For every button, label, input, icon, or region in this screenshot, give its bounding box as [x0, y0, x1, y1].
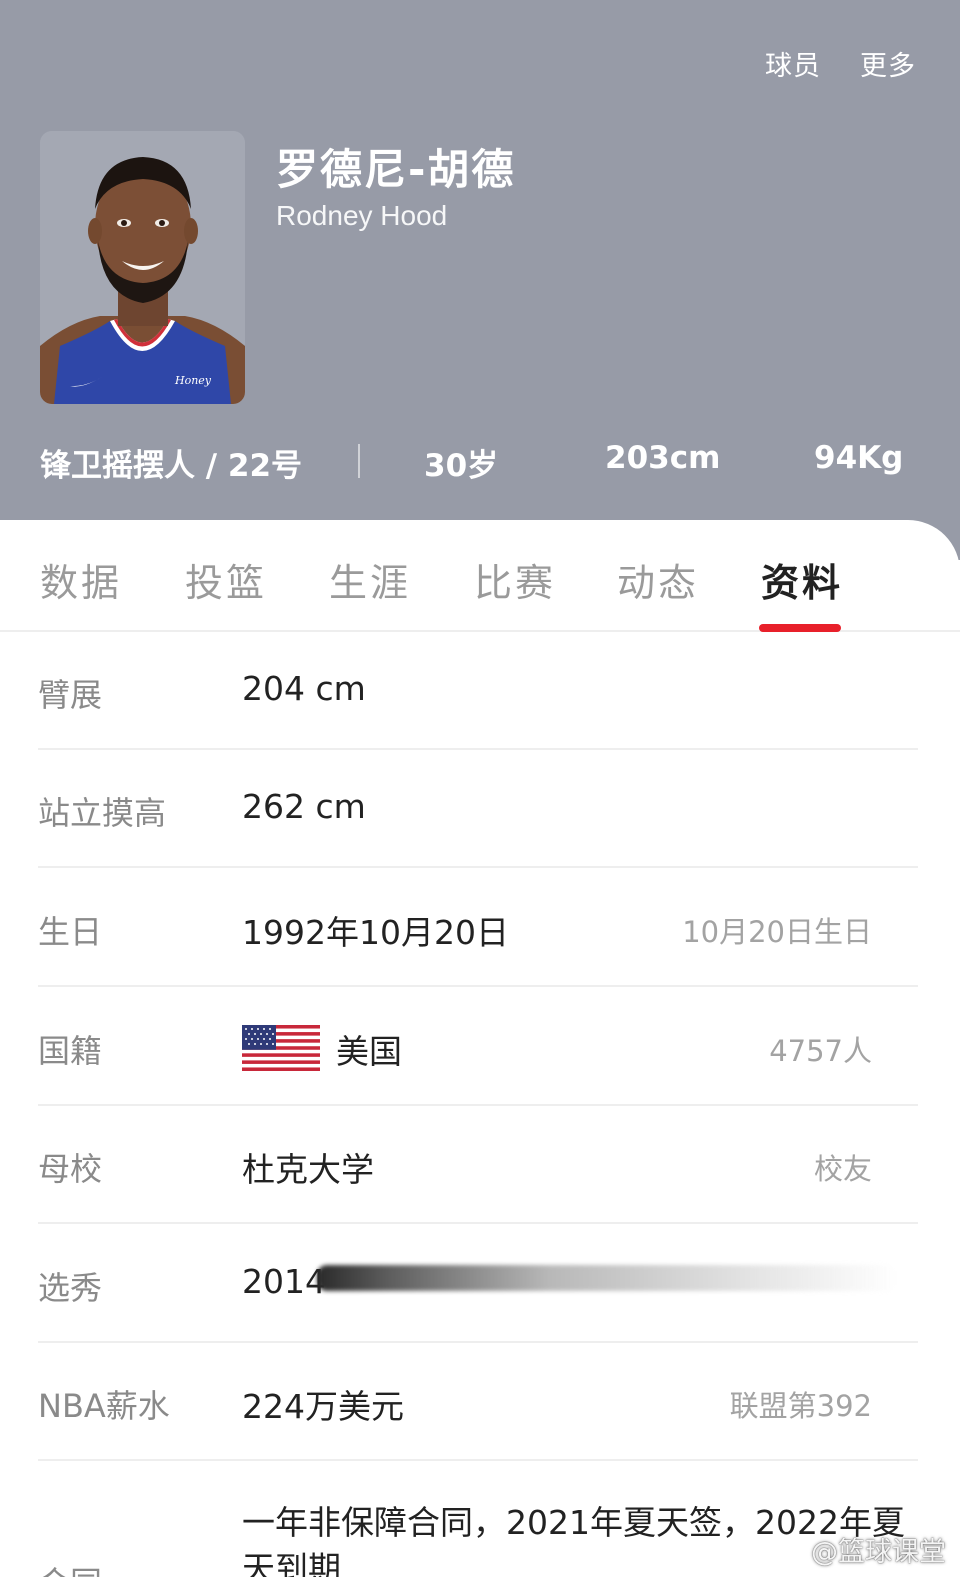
tab-stats[interactable]: 数据 — [40, 552, 122, 607]
stat-age: 30岁 — [424, 448, 499, 484]
contract-label: 合同 — [38, 1558, 102, 1577]
nav-more-link[interactable]: 更多 — [860, 44, 916, 83]
row-nationality[interactable]: 国籍 美国 4757人 — [38, 988, 918, 1106]
stat-height: 203cm — [605, 440, 721, 476]
player-portrait-icon: Honey — [40, 131, 245, 404]
birthday-label: 生日 — [38, 913, 103, 951]
nationality-value: 美国 — [336, 1032, 402, 1071]
draft-label: 选秀 — [38, 1269, 103, 1307]
row-standing-reach: 站立摸高 262 cm — [38, 750, 918, 868]
player-stats-bar: 锋卫摇摆人 / 22号 30岁 203cm 94Kg — [0, 440, 960, 484]
row-birthday[interactable]: 生日 1992年10月20日 10月20日生日 — [38, 869, 918, 987]
row-wingspan: 臂展 204 cm — [38, 632, 918, 750]
tab-news[interactable]: 动态 — [617, 552, 699, 607]
alumni-link[interactable]: 校友 — [814, 1146, 872, 1188]
tab-profile[interactable]: 资料 — [761, 552, 843, 607]
stats-divider — [358, 444, 360, 478]
active-tab-indicator — [759, 624, 841, 632]
tab-shooting[interactable]: 投篮 — [185, 552, 267, 607]
nationality-count-link[interactable]: 4757人 — [769, 1028, 872, 1070]
tab-bar: 数据 投篮 生涯 比赛 动态 资料 — [0, 520, 960, 632]
nav-players-link[interactable]: 球员 — [765, 44, 821, 83]
reach-value: 262 cm — [242, 787, 366, 826]
nationality-label: 国籍 — [38, 1032, 103, 1070]
player-name-en: Rodney Hood — [276, 200, 448, 231]
birthday-link[interactable]: 10月20日生日 — [682, 909, 872, 951]
school-label: 母校 — [38, 1150, 103, 1188]
draft-value: 2014 — [242, 1262, 326, 1301]
salary-value: 224万美元 — [242, 1387, 404, 1426]
tab-games[interactable]: 比赛 — [474, 552, 556, 607]
salary-rank-link[interactable]: 联盟第392 — [730, 1383, 872, 1425]
jersey-script-text: Honey — [174, 374, 212, 387]
redaction-smear — [317, 1265, 897, 1291]
player-name-cn: 罗德尼-胡德 — [276, 145, 516, 194]
player-avatar: Honey — [40, 131, 245, 404]
us-flag-icon — [242, 1025, 320, 1071]
tab-career[interactable]: 生涯 — [329, 552, 411, 607]
stat-weight: 94Kg — [814, 440, 904, 476]
row-salary[interactable]: NBA薪水 224万美元 联盟第392 — [38, 1343, 918, 1461]
row-draft: 选秀 2014 — [38, 1225, 918, 1343]
row-school[interactable]: 母校 杜克大学 校友 — [38, 1106, 918, 1224]
stat-position-number: 锋卫摇摆人 / 22号 — [40, 448, 303, 484]
school-value: 杜克大学 — [242, 1150, 374, 1189]
content-panel: 数据 投篮 生涯 比赛 动态 资料 臂展 204 cm 站立摸高 262 cm … — [0, 520, 960, 1577]
watermark: @篮球课堂 — [811, 1537, 946, 1568]
player-header: 球员 更多 Honey 罗德尼-胡德 Rodney Hood 锋卫摇摆人 / 2… — [0, 0, 960, 560]
salary-label: NBA薪水 — [38, 1387, 170, 1425]
reach-label: 站立摸高 — [38, 794, 167, 832]
wingspan-label: 臂展 — [38, 676, 103, 714]
row-contract: 合同 一年非保障合同，2021年夏天签，2022年夏天到期 — [38, 1500, 918, 1577]
birthday-value: 1992年10月20日 — [242, 913, 509, 952]
wingspan-value: 204 cm — [242, 669, 366, 708]
